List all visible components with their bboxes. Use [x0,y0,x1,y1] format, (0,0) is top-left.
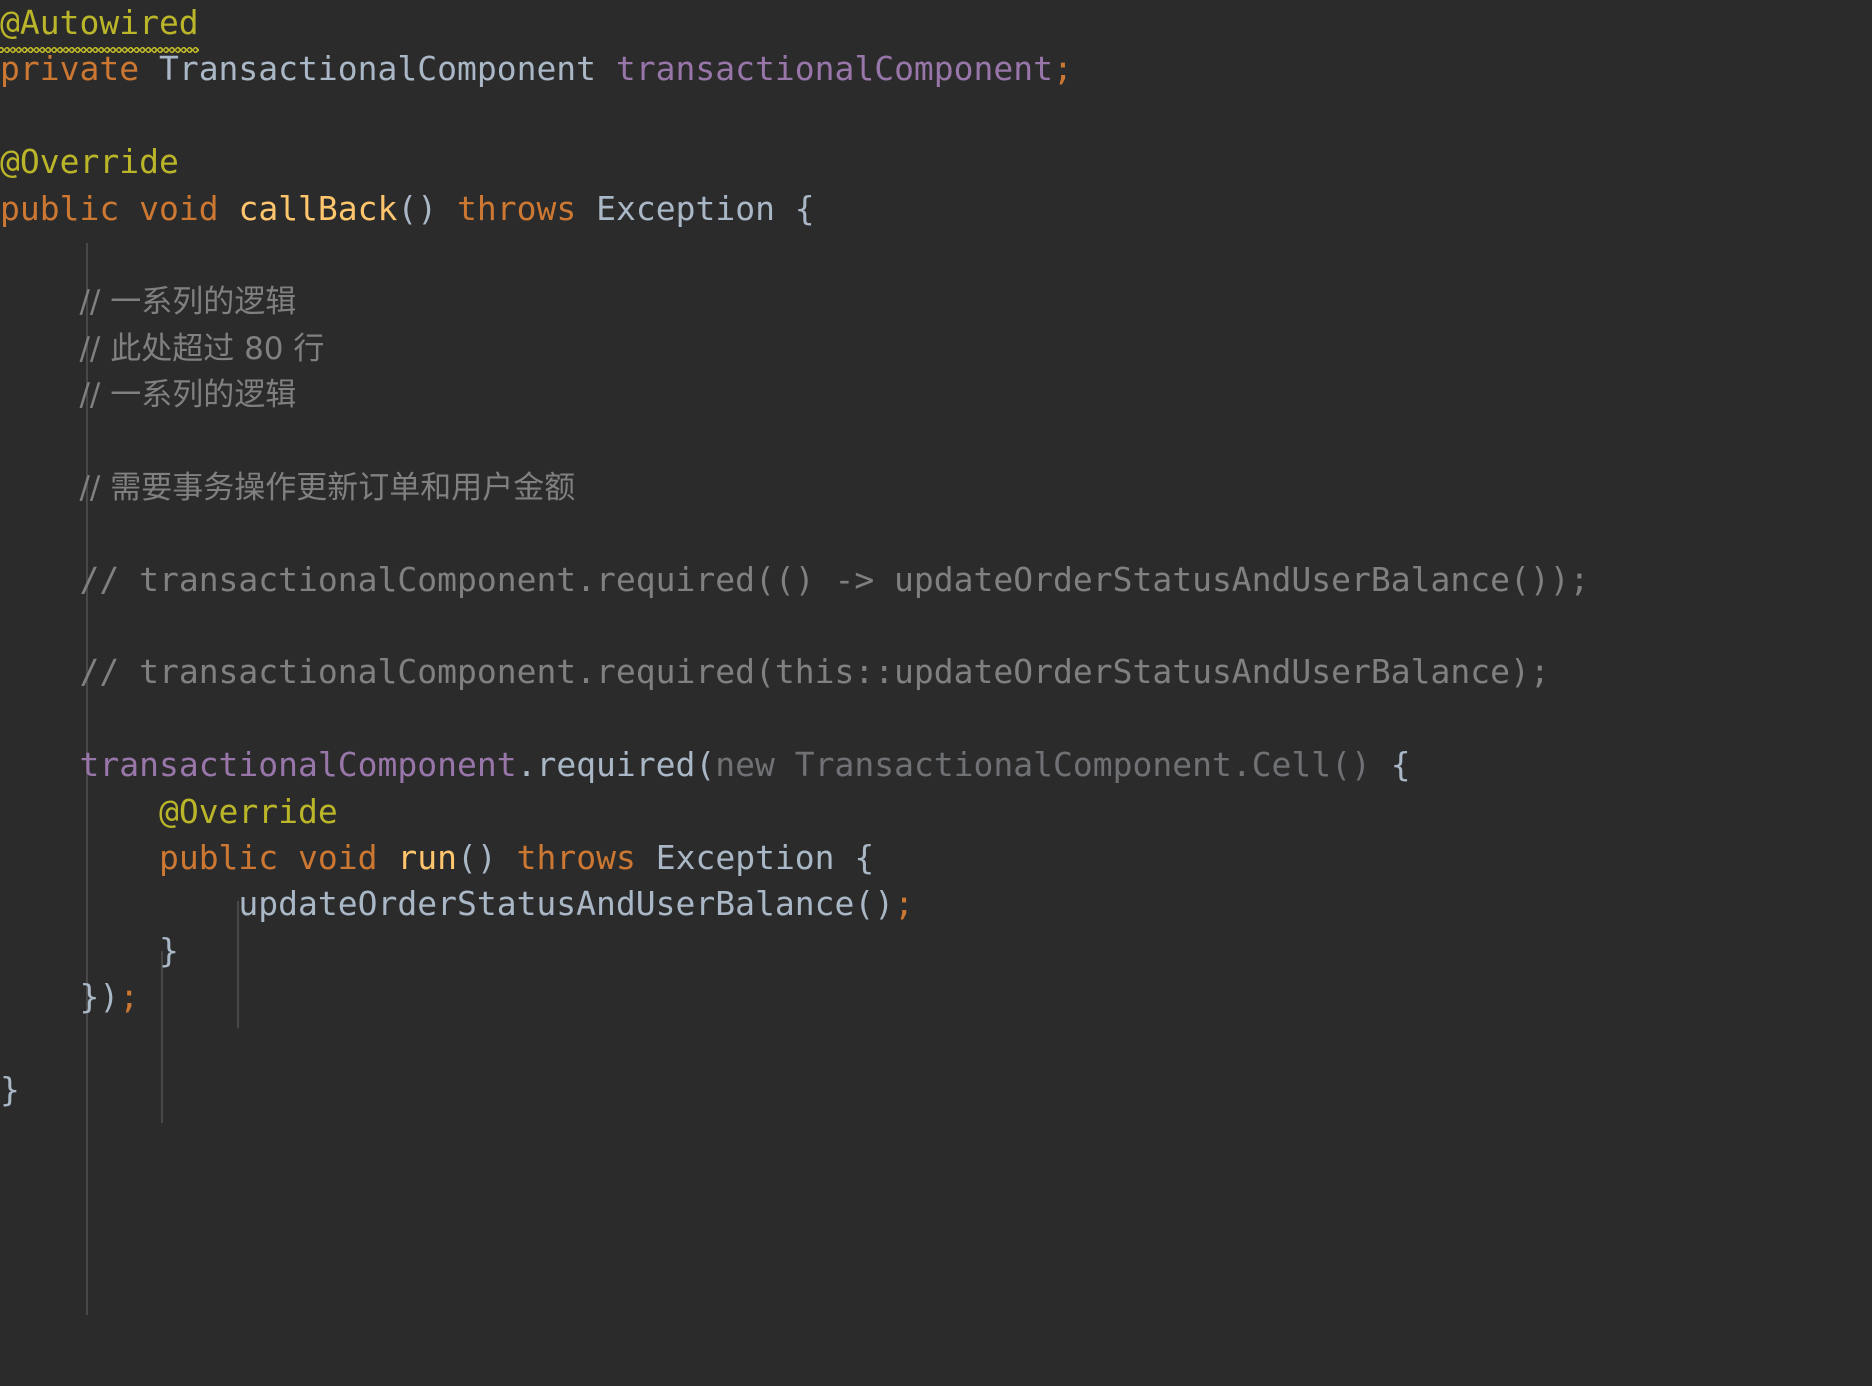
code-token-comment: // 一系列的逻辑 [79,284,297,321]
code-line: // 一系列的逻辑 [0,278,1872,324]
code-token-comment: // 此处超过 80 行 [79,330,325,367]
code-token-punc: { [774,188,815,228]
code-token-punc: { [834,838,875,878]
code-token-punc: }) [79,977,120,1017]
code-line: // 需要事务操作更新订单和用户金额 [0,464,1872,510]
code-line: public void callBack() throws Exception … [0,186,1872,232]
code-token-semi: ; [119,977,140,1017]
code-token-kw: public [0,188,120,228]
code-line: @Override [0,789,1872,835]
code-line: } [0,928,1872,974]
code-line: }); [0,974,1872,1020]
code-token-punc: () [457,838,497,878]
code-token-anno: @Autowired [0,3,199,54]
code-line: // transactionalComponent.required(() ->… [0,557,1872,603]
code-token-method: run [397,838,458,878]
code-token-method: callBack [238,188,398,228]
code-token-type: Exception [596,188,775,228]
code-token-dim: new TransactionalComponent.Cell() [715,745,1371,785]
code-token-kw: throws [516,838,636,878]
code-token-kw: void [139,188,219,228]
code-token-comment: // transactionalComponent.required(() ->… [79,559,1590,599]
code-token-punc: { [1370,745,1411,785]
code-token-kw: throws [457,188,577,228]
code-token-kw: public [158,838,279,878]
code-token-type: Exception [655,838,835,878]
warning-squiggle: @Autowired [0,0,199,54]
code-token-comment: // transactionalComponent.required(this:… [79,652,1550,692]
code-token-field: transactionalComponent [615,49,1054,89]
code-token-punc: } [158,930,179,970]
code-line: private TransactionalComponent transacti… [0,46,1872,92]
code-token-field: transactionalComponent [79,745,517,785]
code-line: public void run() throws Exception { [0,835,1872,881]
code-token-anno: @Override [0,142,179,182]
code-line: @Override [0,139,1872,185]
code-token-kw: private [0,49,140,89]
code-line: // transactionalComponent.required(this:… [0,649,1872,695]
code-token-kw: void [298,838,378,878]
code-line: @Autowired [0,0,1872,54]
code-token-comment: // 一系列的逻辑 [79,377,297,414]
code-token-semi: ; [894,884,914,924]
code-token-anno: @Override [158,791,338,831]
code-token-comment: // 需要事务操作更新订单和用户金额 [79,469,576,506]
code-token-punc: } [0,1069,20,1109]
code-token-plain: .required( [516,745,716,785]
code-token-plain: updateOrderStatusAndUserBalance [238,884,855,924]
code-editor-canvas[interactable]: @Autowired private TransactionalComponen… [0,0,1872,1386]
code-token-punc: () [854,884,895,924]
code-token-type: TransactionalComponent [158,49,597,89]
code-text-surface[interactable]: @Autowired private TransactionalComponen… [0,0,1872,1113]
code-line: transactionalComponent.required(new Tran… [0,742,1872,788]
code-line: } [0,1067,1872,1113]
code-token-semi: ; [1053,49,1073,89]
code-line: // 一系列的逻辑 [0,371,1872,417]
code-line: // 此处超过 80 行 [0,325,1872,371]
code-token-punc: () [397,188,438,228]
code-line: updateOrderStatusAndUserBalance(); [0,881,1872,927]
